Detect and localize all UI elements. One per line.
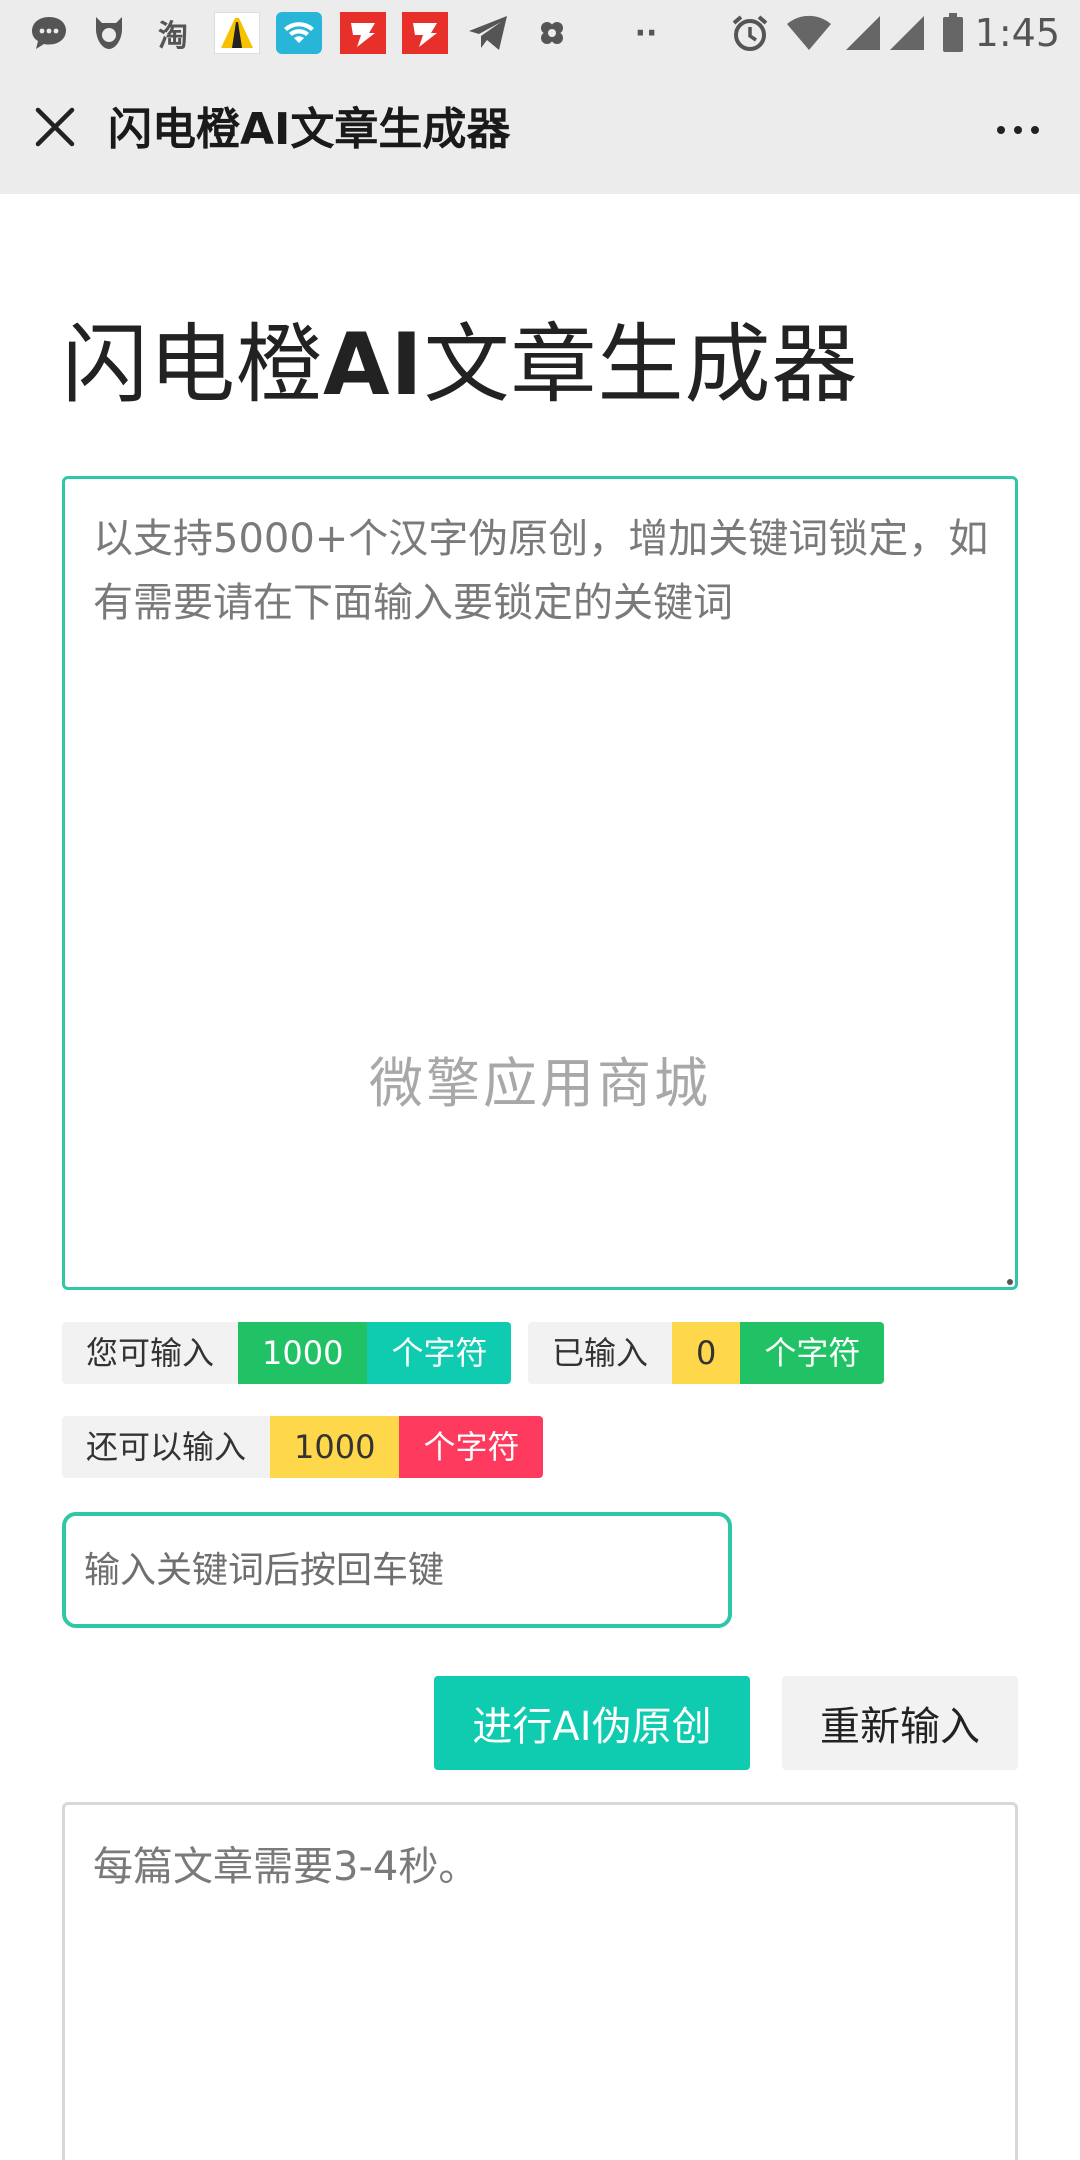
article-input-placeholder: 以支持5000+个汉字伪原创，增加关键词锁定，如有需要请在下面输入要锁定的关键词 [93,516,989,626]
wifi-icon [784,12,834,54]
watermark-text: 微擎应用商城 [369,1052,711,1115]
keyword-input[interactable] [62,1512,732,1628]
remaining-count-value: 1000 [270,1416,400,1478]
entered-count-label: 已输入 [528,1322,673,1384]
total-limit-unit: 个字符 [367,1322,512,1384]
article-input-textarea[interactable]: 以支持5000+个汉字伪原创，增加关键词锁定，如有需要请在下面输入要锁定的关键词… [62,476,1018,1290]
wifi-app-icon [276,12,322,54]
resize-handle[interactable] [1007,1279,1013,1285]
more-dots-icon [997,126,1005,134]
page-title-part: 文章生成器 [423,315,859,415]
remaining-count-label: 还可以输入 [62,1416,271,1478]
remaining-count-unit: 个字符 [399,1416,544,1478]
app-red-icon [340,12,386,54]
reset-button[interactable]: 重新输入 [782,1676,1018,1770]
result-textarea[interactable]: 每篇文章需要3-4秒。 [62,1802,1018,2160]
result-placeholder: 每篇文章需要3-4秒。 [93,1844,479,1890]
total-limit-badge: 您可输入 1000 个字符 [62,1322,512,1384]
road-icon [214,12,260,54]
message-icon [28,12,70,54]
total-limit-value: 1000 [238,1322,368,1384]
telegram-icon [466,12,510,54]
remaining-count-badge: 还可以输入 1000 个字符 [62,1416,544,1478]
close-button[interactable] [24,96,86,158]
signal-icon [886,12,928,54]
app-bar: 闪电橙AI文章生成器 [0,66,1080,194]
bird-icon [88,12,130,54]
status-bar: 淘 ·· 1:45 [0,0,1080,66]
signal-icon [842,12,884,54]
entered-count-badge: 已输入 0 个字符 [528,1322,885,1384]
total-limit-label: 您可输入 [62,1322,239,1384]
page-title: 闪电橙AI文章生成器 [62,310,859,420]
flower-icon [532,12,572,54]
dots-icon: ·· [634,15,658,51]
battery-icon [940,12,966,54]
more-menu-button[interactable] [982,100,1054,160]
entered-count-unit: 个字符 [740,1322,885,1384]
app-red-icon [402,12,448,54]
close-icon [35,107,75,147]
taobao-icon: 淘 [158,19,188,54]
ai-rewrite-button[interactable]: 进行AI伪原创 [434,1676,750,1770]
page-title-ai: AI [323,315,424,415]
app-bar-title: 闪电橙AI文章生成器 [108,104,511,155]
page-title-part: 闪电橙 [62,315,323,415]
alarm-icon [728,12,772,54]
entered-count-value: 0 [672,1322,741,1384]
clock-time: 1:45 [974,11,1060,55]
